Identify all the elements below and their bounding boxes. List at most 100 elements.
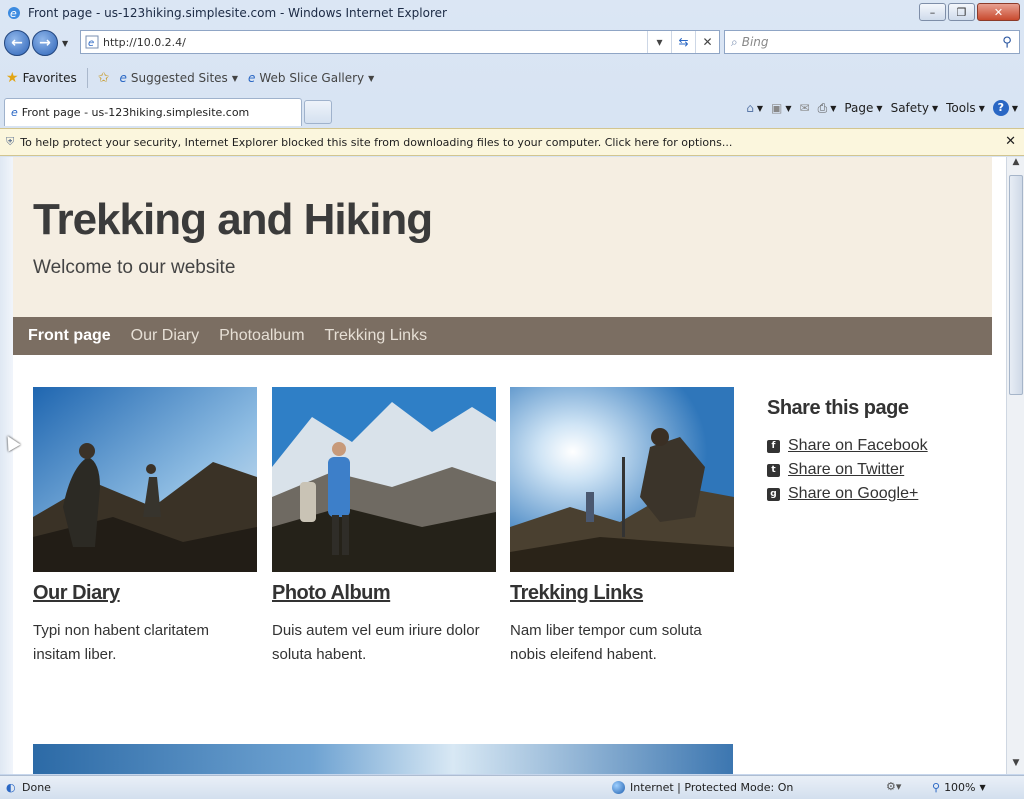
minimize-button[interactable]: – (919, 3, 946, 21)
viewport-edge (0, 157, 13, 774)
zoom-icon: ⚲ (932, 781, 941, 794)
site-navigation: Front page Our Diary Photoalbum Trekking… (13, 317, 992, 355)
suggested-sites-label: Suggested Sites (130, 71, 228, 85)
ie-page-icon: e (247, 71, 256, 85)
card-title-our-diary[interactable]: Our Diary (33, 582, 257, 605)
mountain-photo[interactable] (272, 387, 496, 572)
stop-icon[interactable]: ✕ (695, 31, 719, 53)
help-button[interactable]: ? ▼ (992, 100, 1018, 116)
tab-title: Front page - us-123hiking.simplesite.com (21, 106, 250, 119)
share-facebook-link[interactable]: Share on Facebook (788, 437, 928, 455)
zoom-control[interactable]: ⚲ 100% ▼ (932, 781, 986, 794)
card-trekking-links: Trekking Links Nam liber tempor cum solu… (510, 387, 734, 667)
protected-mode-icon[interactable]: ⚙▾ (886, 780, 901, 793)
globe-icon (612, 781, 625, 794)
share-google-plus-link[interactable]: Share on Google+ (788, 485, 918, 503)
website: Trekking and Hiking Welcome to our websi… (13, 157, 992, 774)
forward-button[interactable]: → (32, 30, 58, 56)
card-text: Nam liber tempor cum soluta nobis eleife… (510, 622, 702, 663)
title-bar: e Front page - us-123hiking.simplesite.c… (0, 0, 1024, 26)
address-text[interactable]: http://10.0.2.4/ (103, 36, 647, 49)
nav-front-page[interactable]: Front page (28, 327, 111, 345)
information-bar[interactable]: ⛨ To help protect your security, Interne… (0, 128, 1024, 156)
read-mail-button[interactable]: ✉ (800, 101, 810, 115)
share-facebook[interactable]: f Share on Facebook (767, 434, 977, 458)
share-panel: Share this page f Share on Facebook t Sh… (767, 397, 977, 506)
nav-our-diary[interactable]: Our Diary (131, 327, 199, 345)
address-bar[interactable]: e http://10.0.2.4/ ▾ ⇆ ✕ (80, 30, 720, 54)
suggested-sites-button[interactable]: e Suggested Sites ▼ (120, 71, 238, 85)
facebook-icon: f (767, 439, 780, 453)
hikers-photo[interactable] (33, 387, 257, 572)
feeds-icon: ▣ (771, 101, 783, 115)
zone-text: Internet | Protected Mode: On (630, 781, 794, 794)
google-plus-icon: g (767, 487, 780, 501)
safety-menu[interactable]: Safety ▼ (891, 101, 939, 115)
share-twitter[interactable]: t Share on Twitter (767, 458, 977, 482)
info-bar-message[interactable]: To help protect your security, Internet … (20, 136, 732, 149)
feeds-button[interactable]: ▣ ▼ (771, 101, 792, 115)
card-title-photo-album[interactable]: Photo Album (272, 582, 496, 605)
chevron-down-icon: ▼ (979, 783, 986, 792)
status-text: Done (22, 781, 51, 794)
ie-page-icon: e (11, 106, 18, 119)
favorites-button[interactable]: ★ Favorites (6, 70, 77, 86)
chevron-down-icon: ▼ (368, 73, 375, 83)
web-slice-gallery-button[interactable]: e Web Slice Gallery ▼ (248, 71, 374, 85)
close-icon[interactable]: ✕ (1005, 134, 1016, 149)
home-button[interactable]: ⌂ ▼ (746, 101, 763, 115)
print-icon: ⎙ (817, 100, 828, 115)
svg-text:e: e (88, 38, 94, 49)
share-google-plus[interactable]: g Share on Google+ (767, 482, 977, 506)
safety-menu-label: Safety (890, 101, 929, 115)
add-favorite-icon[interactable]: ✩ (98, 70, 110, 86)
tools-menu[interactable]: Tools ▼ (946, 101, 985, 115)
window-title: Front page - us-123hiking.simplesite.com… (28, 6, 447, 20)
vertical-scrollbar[interactable]: ▲ ▼ (1006, 157, 1024, 774)
close-button[interactable]: ✕ (977, 3, 1020, 21)
print-button[interactable]: ⎙ ▼ (818, 101, 837, 116)
tools-menu-label: Tools (946, 101, 976, 115)
svg-text:e: e (10, 7, 17, 20)
address-dropdown-icon[interactable]: ▾ (647, 31, 671, 53)
scroll-up-icon[interactable]: ▲ (1007, 157, 1024, 173)
refresh-icon[interactable]: ⇆ (671, 31, 695, 53)
browser-window: e Front page - us-123hiking.simplesite.c… (0, 0, 1024, 799)
page-icon: e (85, 35, 99, 49)
search-input[interactable]: Bing (742, 35, 995, 49)
banner-image[interactable] (33, 744, 733, 774)
chevron-down-icon: ▼ (231, 73, 238, 83)
command-bar: ⌂ ▼ ▣ ▼ ✉ ⎙ ▼ Page ▼ Safety ▼ Tools ▼ ? ▼ (746, 100, 1018, 116)
scroll-down-icon[interactable]: ▼ (1007, 758, 1024, 774)
card-text: Duis autem vel eum iriure dolor soluta h… (272, 622, 480, 663)
mail-icon: ✉ (799, 101, 810, 115)
new-tab-button[interactable] (304, 100, 332, 124)
trekker-photo[interactable] (510, 387, 734, 572)
share-twitter-link[interactable]: Share on Twitter (788, 461, 904, 479)
search-icon[interactable]: ⚲ (995, 35, 1019, 50)
back-button[interactable]: ← (4, 30, 30, 56)
scrollbar-thumb[interactable] (1009, 175, 1023, 395)
card-our-diary: Our Diary Typi non habent claritatem ins… (33, 387, 257, 667)
maximize-button[interactable]: ❐ (948, 3, 975, 21)
site-subtitle: Welcome to our website (33, 257, 236, 278)
search-box[interactable]: ⌕ Bing ⚲ (724, 30, 1020, 54)
card-title-trekking-links[interactable]: Trekking Links (510, 582, 734, 605)
help-icon: ? (992, 100, 1009, 116)
tab-row: e Front page - us-123hiking.simplesite.c… (0, 96, 1024, 126)
nav-photoalbum[interactable]: Photoalbum (219, 327, 304, 345)
favorites-label: Favorites (22, 71, 77, 85)
security-zone[interactable]: Internet | Protected Mode: On (612, 781, 793, 794)
tab-front-page[interactable]: e Front page - us-123hiking.simplesite.c… (4, 98, 302, 126)
divider (86, 68, 88, 88)
site-title: Trekking and Hiking (33, 195, 433, 244)
web-slice-gallery-label: Web Slice Gallery (259, 71, 365, 85)
page-menu[interactable]: Page ▼ (844, 101, 882, 115)
address-row: ← → ▼ e http://10.0.2.4/ ▾ ⇆ ✕ ⌕ Bing ⚲ (0, 27, 1024, 59)
ie-logo-icon: e (8, 7, 20, 20)
shield-warning-icon: ⛨ (6, 135, 15, 148)
recent-pages-dropdown-icon[interactable]: ▼ (62, 39, 68, 48)
star-icon: ★ (6, 70, 19, 86)
home-icon: ⌂ (746, 101, 754, 115)
nav-trekking-links[interactable]: Trekking Links (325, 327, 428, 345)
